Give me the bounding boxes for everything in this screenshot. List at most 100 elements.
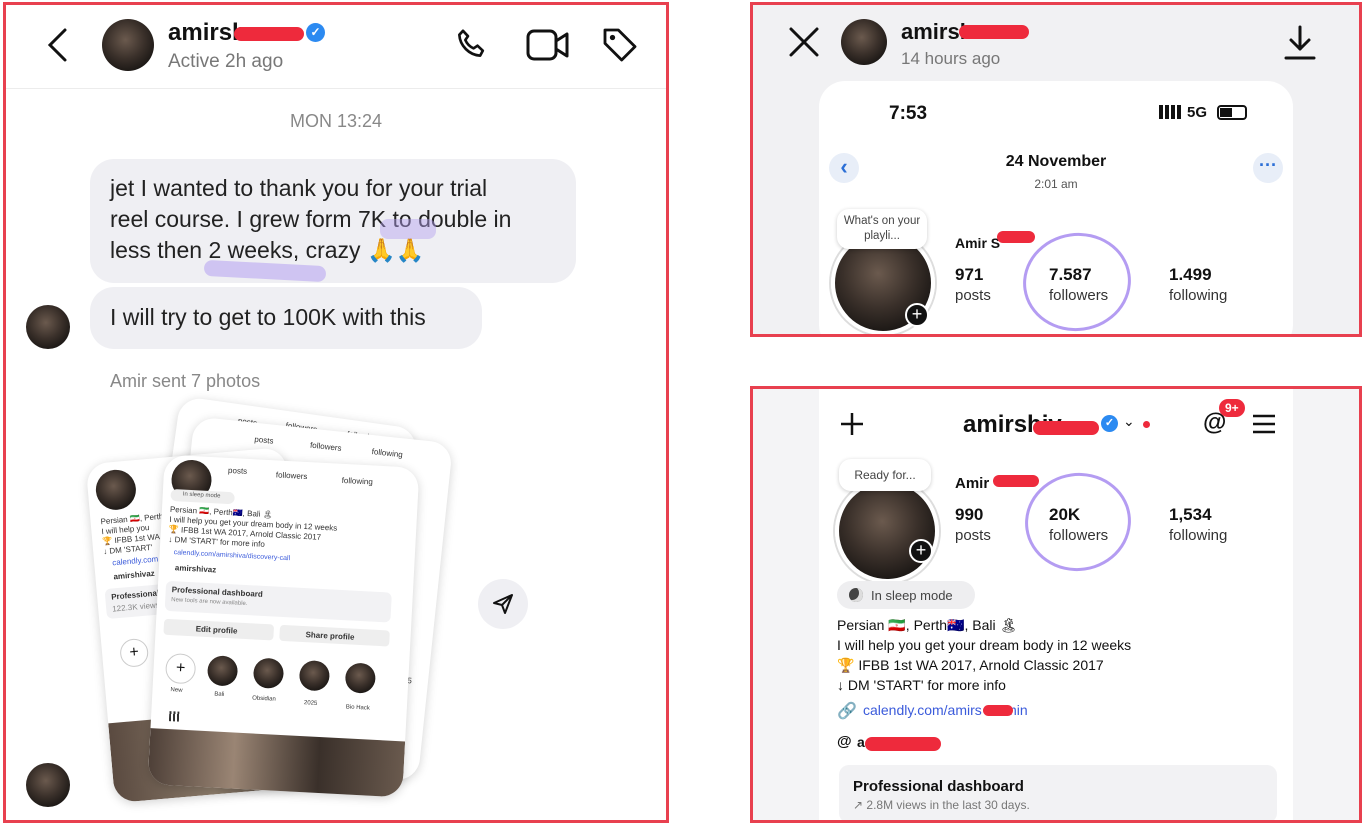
bio-line: 🏆 IFBB 1st WA 2017, Arnold Classic 2017 bbox=[837, 657, 1104, 673]
redaction-mark bbox=[865, 737, 941, 751]
profile-avatar bbox=[835, 479, 939, 583]
grid-icon bbox=[168, 711, 180, 722]
network-label: 5G bbox=[1187, 104, 1208, 121]
back-icon[interactable] bbox=[46, 27, 70, 63]
redaction-mark bbox=[993, 475, 1039, 487]
threads-small-icon: @ bbox=[837, 733, 852, 750]
redaction-mark bbox=[983, 705, 1013, 716]
sent-photos-label: Amir sent 7 photos bbox=[110, 371, 261, 391]
bio-line: I will help you get your dream body in 1… bbox=[837, 637, 1132, 653]
phone-icon[interactable] bbox=[452, 25, 492, 65]
story-time: 2:01 am bbox=[1034, 177, 1078, 191]
message-bubble[interactable]: I will try to get to 100K with this bbox=[90, 287, 482, 349]
phone-time: 7:53 bbox=[889, 103, 928, 124]
posts-count: 971 bbox=[955, 265, 984, 284]
stat-label: following bbox=[371, 447, 404, 460]
redaction-mark bbox=[1033, 421, 1099, 435]
story-time-ago: 14 hours ago bbox=[901, 49, 1001, 68]
profile-link: calendly.com/amirshiva/discovery-call bbox=[173, 549, 291, 563]
dashboard-title: Professional dashboard bbox=[853, 778, 1024, 795]
sleep-badge-label: In sleep mode bbox=[871, 588, 953, 603]
moon-icon bbox=[849, 588, 863, 602]
profile-panel: amirshiv ✓ ⌄ @ 9+ Ready for... + Amir 99… bbox=[750, 386, 1362, 823]
highlight-avatar bbox=[252, 657, 285, 690]
message-line: reel course. I grew form 7K to double in bbox=[110, 206, 512, 232]
menu-icon[interactable] bbox=[1251, 413, 1277, 435]
photo-card-front: posts followers following In sleep mode … bbox=[147, 454, 420, 798]
avatar[interactable] bbox=[26, 305, 70, 349]
avatar[interactable] bbox=[841, 19, 887, 65]
stat-label: followers bbox=[309, 440, 342, 453]
photo-stack[interactable]: posts followers following posts follower… bbox=[85, 395, 476, 805]
story-panel: amirsh 14 hours ago 7:53 5G ‹ 24 Novembe… bbox=[750, 2, 1362, 337]
message-line: less then 2 weeks, crazy 🙏🙏 bbox=[110, 237, 425, 263]
bio-line: Persian 🇮🇷, Perth🇦🇺, Bali 🏝 bbox=[837, 617, 1018, 633]
redaction-mark bbox=[234, 27, 304, 41]
message-line: I will try to get to 100K with this bbox=[110, 304, 426, 330]
dashboard-sub: ↗ 2.8M views in the last 30 days. bbox=[853, 798, 1030, 812]
stat-label: posts bbox=[227, 465, 248, 476]
chat-panel: amirsh ✓ Active 2h ago MON 13:24 jet I w… bbox=[3, 2, 669, 823]
avatar[interactable] bbox=[102, 19, 154, 71]
following-count: 1,534 bbox=[1169, 505, 1212, 524]
add-story-icon: + bbox=[905, 303, 929, 327]
add-story-icon: + bbox=[909, 539, 933, 563]
profile-name: Amir S bbox=[955, 235, 1001, 251]
active-status: Active 2h ago bbox=[168, 51, 284, 72]
notification-dot bbox=[1143, 421, 1150, 428]
highlight-avatar bbox=[206, 655, 239, 687]
verified-badge-icon: ✓ bbox=[1101, 415, 1118, 432]
redaction-mark bbox=[997, 231, 1035, 243]
stat-label: following bbox=[341, 475, 374, 487]
profile-link: calendly.com bbox=[111, 554, 159, 568]
download-icon[interactable] bbox=[1283, 25, 1317, 61]
highlight-label: Bali bbox=[214, 691, 225, 698]
plus-icon[interactable] bbox=[839, 411, 865, 437]
share-button[interactable] bbox=[478, 579, 528, 629]
new-highlight-button: + bbox=[119, 637, 150, 669]
followers-circle-annotation bbox=[1016, 225, 1138, 334]
highlight-avatar bbox=[344, 662, 377, 694]
send-icon bbox=[493, 594, 513, 614]
threads-handle: amirshivaz bbox=[174, 563, 217, 575]
stat-label: followers bbox=[275, 470, 308, 482]
tag-icon[interactable] bbox=[600, 25, 640, 65]
stat-label: posts bbox=[253, 434, 274, 446]
posts-label: posts bbox=[955, 287, 991, 304]
story-date: 24 November bbox=[1005, 153, 1107, 170]
highlight-label: 2025 bbox=[303, 700, 318, 707]
chevron-down-icon[interactable]: ⌄ bbox=[1123, 413, 1135, 430]
avatar bbox=[94, 468, 138, 512]
close-icon[interactable] bbox=[787, 25, 821, 59]
following-label: following bbox=[1169, 287, 1228, 304]
highlight-label: Obsidian bbox=[252, 695, 276, 703]
date-separator: MON 13:24 bbox=[289, 111, 383, 131]
note-bubble: Ready for... bbox=[839, 459, 931, 491]
video-call-icon[interactable] bbox=[526, 27, 570, 63]
profile-name: Amir bbox=[955, 475, 990, 492]
posts-label: posts bbox=[955, 527, 991, 544]
redaction-mark bbox=[959, 25, 1029, 39]
signal-icon bbox=[1159, 105, 1181, 119]
highlight-label: New bbox=[170, 687, 183, 694]
highlight-label: Bio Hack bbox=[345, 704, 370, 712]
message-line: jet I wanted to thank you for your trial bbox=[110, 175, 488, 201]
threads-handle: a bbox=[857, 734, 865, 750]
following-label: following bbox=[1169, 527, 1228, 544]
message-bubble[interactable]: jet I wanted to thank you for your trial… bbox=[90, 159, 576, 283]
highlight-new: + bbox=[164, 652, 197, 685]
bio-line: ↓ DM 'START' for more info bbox=[837, 677, 1006, 693]
phone-screenshot: 7:53 5G ‹ 24 November 2:01 am ··· What's… bbox=[819, 81, 1293, 334]
note-bubble: What's on your playli... bbox=[837, 209, 927, 249]
avatar[interactable] bbox=[26, 763, 70, 807]
threads-handle: amirshivaz bbox=[113, 568, 156, 582]
battery-icon bbox=[1217, 105, 1247, 120]
chat-header: amirsh ✓ Active 2h ago bbox=[6, 5, 666, 89]
link-icon: 🔗 bbox=[837, 703, 857, 720]
verified-badge-icon: ✓ bbox=[306, 23, 325, 42]
posts-count: 990 bbox=[955, 505, 984, 524]
highlight-avatar bbox=[298, 659, 331, 692]
more-options-icon: ··· bbox=[1253, 153, 1283, 183]
highlight-mark bbox=[380, 219, 436, 239]
following-count: 1.499 bbox=[1169, 265, 1212, 284]
